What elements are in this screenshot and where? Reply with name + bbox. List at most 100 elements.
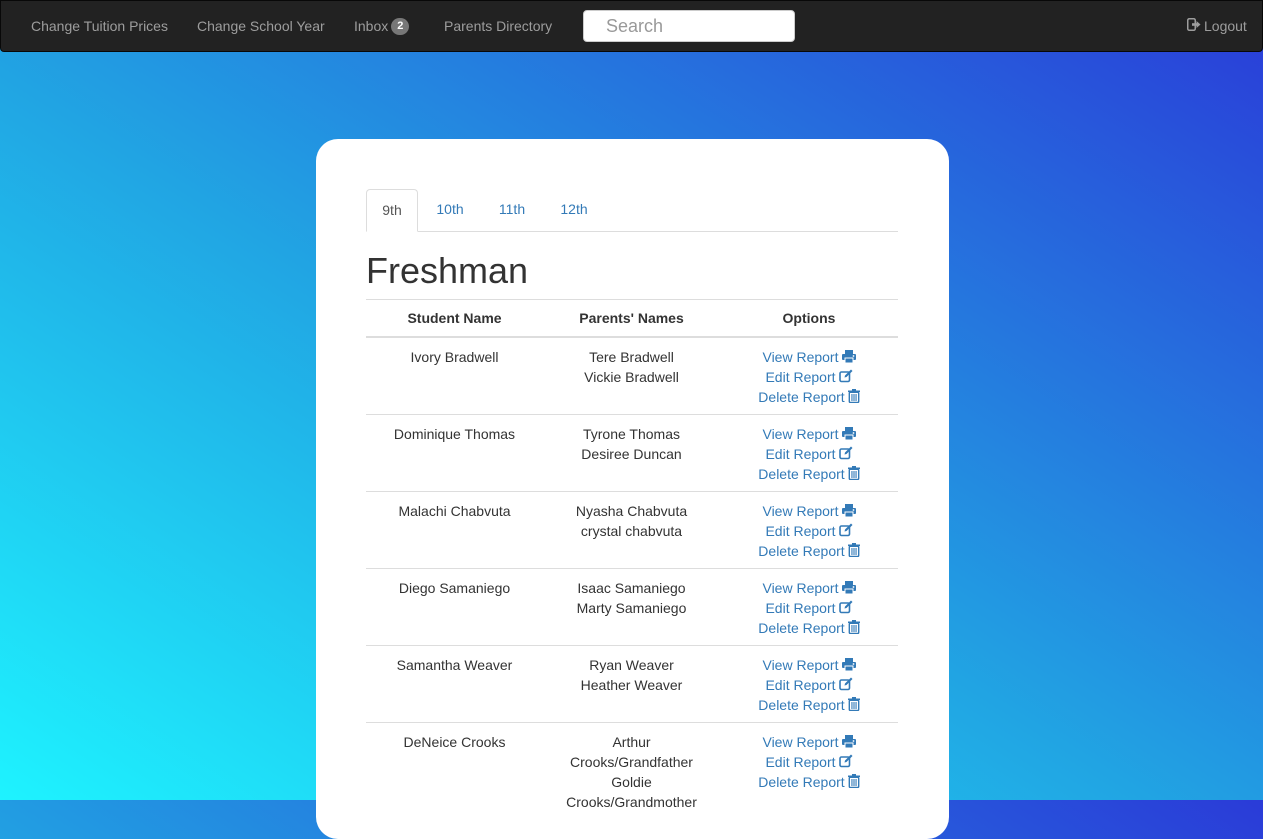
student-name: Malachi Chabvuta (366, 491, 543, 569)
print-icon (839, 503, 856, 519)
logout-icon (1187, 1, 1201, 51)
options-cell: View Report Edit Report Delete Report (720, 645, 898, 723)
parents-names: Isaac Samaniego Marty Samaniego (543, 568, 720, 646)
view-report-link[interactable]: View Report (728, 501, 890, 521)
parent-name: Goldie (611, 774, 652, 790)
edit-report-label: Edit Report (765, 677, 836, 693)
table-row: Dominique Thomas Tyrone Thomas Desiree Dun… (366, 414, 898, 492)
delete-report-label: Delete Report (758, 543, 845, 559)
trash-icon (845, 543, 860, 559)
edit-report-link[interactable]: Edit Report (728, 367, 890, 387)
table-row: Ivory Bradwell Tere Bradwell Vickie Bradwe… (366, 336, 898, 415)
parent-name: Isaac Samaniego (577, 580, 686, 596)
delete-report-label: Delete Report (758, 774, 845, 790)
search-input[interactable] (583, 10, 795, 42)
parent-name: Crooks/Grandmother (566, 794, 697, 810)
parent-name: Marty Samaniego (576, 600, 687, 616)
nav-parents-directory[interactable]: Parents Directory (444, 1, 552, 51)
nav-change-school-year[interactable]: Change School Year (197, 1, 325, 51)
tab-9th[interactable]: 9th (366, 189, 418, 232)
parent-name: crystal chabvuta (580, 523, 683, 539)
tab-12th[interactable]: 12th (550, 189, 598, 230)
column-header-student: Student Name (366, 299, 543, 338)
edit-report-label: Edit Report (765, 523, 836, 539)
options-cell: View Report Edit Report Delete Report (720, 722, 898, 819)
nav-change-tuition-prices[interactable]: Change Tuition Prices (31, 1, 168, 51)
parent-name: Nyasha Chabvuta (575, 503, 688, 519)
parents-names: Arthur Crooks/Grandfather Goldie Crooks/Gra… (543, 722, 720, 819)
edit-report-link[interactable]: Edit Report (728, 444, 890, 464)
student-name: Samantha Weaver (366, 645, 543, 723)
options-cell: View Report Edit Report Delete Report (720, 568, 898, 646)
column-header-options: Options (720, 299, 898, 338)
edit-report-link[interactable]: Edit Report (728, 521, 890, 541)
column-header-parents: Parents' Names (543, 299, 720, 338)
view-report-label: View Report (762, 349, 839, 365)
print-icon (839, 349, 856, 365)
trash-icon (845, 466, 860, 482)
student-name: DeNeice Crooks (366, 722, 543, 819)
view-report-label: View Report (762, 426, 839, 442)
parent-name: Tyrone Thomas (582, 426, 680, 442)
table-row: Malachi Chabvuta Nyasha Chabvuta crystal c… (366, 491, 898, 569)
parents-names: Nyasha Chabvuta crystal chabvuta (543, 491, 720, 569)
grade-tabs: 9th 10th 11th 12th (366, 189, 898, 232)
students-table: Student Name Parents' Names Options Ivor… (366, 299, 898, 819)
options-cell: View Report Edit Report Delete Report (720, 491, 898, 569)
logout-link[interactable]: Logout (1187, 1, 1247, 51)
parent-name: Desiree Duncan (581, 446, 682, 462)
view-report-link[interactable]: View Report (728, 732, 890, 752)
page-title: Freshman (366, 250, 529, 291)
trash-icon (845, 389, 860, 405)
trash-icon (845, 774, 860, 790)
delete-report-link[interactable]: Delete Report (728, 464, 890, 484)
edit-report-link[interactable]: Edit Report (728, 675, 890, 695)
table-row: Samantha Weaver Ryan Weaver Heather Weaver… (366, 645, 898, 723)
options-cell: View Report Edit Report Delete Report (720, 336, 898, 415)
trash-icon (845, 697, 860, 713)
edit-icon (836, 369, 853, 385)
edit-icon (836, 523, 853, 539)
parents-names: Ryan Weaver Heather Weaver (543, 645, 720, 723)
edit-report-link[interactable]: Edit Report (728, 752, 890, 772)
delete-report-link[interactable]: Delete Report (728, 695, 890, 715)
edit-icon (836, 446, 853, 462)
view-report-link[interactable]: View Report (728, 347, 890, 367)
print-icon (839, 734, 856, 750)
parents-names: Tere Bradwell Vickie Bradwell (543, 336, 720, 415)
nav-inbox[interactable]: Inbox 2 (354, 1, 410, 51)
delete-report-label: Delete Report (758, 697, 845, 713)
print-icon (839, 580, 856, 596)
logout-label: Logout (1204, 18, 1247, 34)
view-report-link[interactable]: View Report (728, 655, 890, 675)
edit-report-label: Edit Report (765, 600, 836, 616)
delete-report-link[interactable]: Delete Report (728, 618, 890, 638)
trash-icon (845, 620, 860, 636)
parent-name: Vickie Bradwell (584, 369, 679, 385)
top-navbar: Change Tuition Prices Change School Year… (0, 0, 1263, 52)
parent-name: Tere Bradwell (589, 349, 674, 365)
view-report-link[interactable]: View Report (728, 424, 890, 444)
view-report-label: View Report (762, 580, 839, 596)
edit-report-label: Edit Report (765, 754, 836, 770)
delete-report-label: Delete Report (758, 620, 845, 636)
delete-report-link[interactable]: Delete Report (728, 772, 890, 792)
edit-report-label: Edit Report (765, 369, 836, 385)
delete-report-link[interactable]: Delete Report (728, 541, 890, 561)
view-report-label: View Report (762, 734, 839, 750)
tab-11th[interactable]: 11th (488, 189, 536, 230)
view-report-link[interactable]: View Report (728, 578, 890, 598)
delete-report-link[interactable]: Delete Report (728, 387, 890, 407)
table-row: DeNeice Crooks Arthur Crooks/Grandfather Go… (366, 722, 898, 819)
print-icon (839, 426, 856, 442)
student-name: Diego Samaniego (366, 568, 543, 646)
tab-10th[interactable]: 10th (426, 189, 474, 230)
edit-report-link[interactable]: Edit Report (728, 598, 890, 618)
parent-name: Heather Weaver (580, 677, 683, 693)
parent-name: Crooks/Grandfather (570, 754, 693, 770)
grade-card: 9th 10th 11th 12th Freshman Student Name… (316, 139, 949, 839)
view-report-label: View Report (762, 657, 839, 673)
parent-name: Ryan Weaver (589, 657, 674, 673)
parents-names: Tyrone Thomas Desiree Duncan (543, 414, 720, 492)
edit-icon (836, 600, 853, 616)
